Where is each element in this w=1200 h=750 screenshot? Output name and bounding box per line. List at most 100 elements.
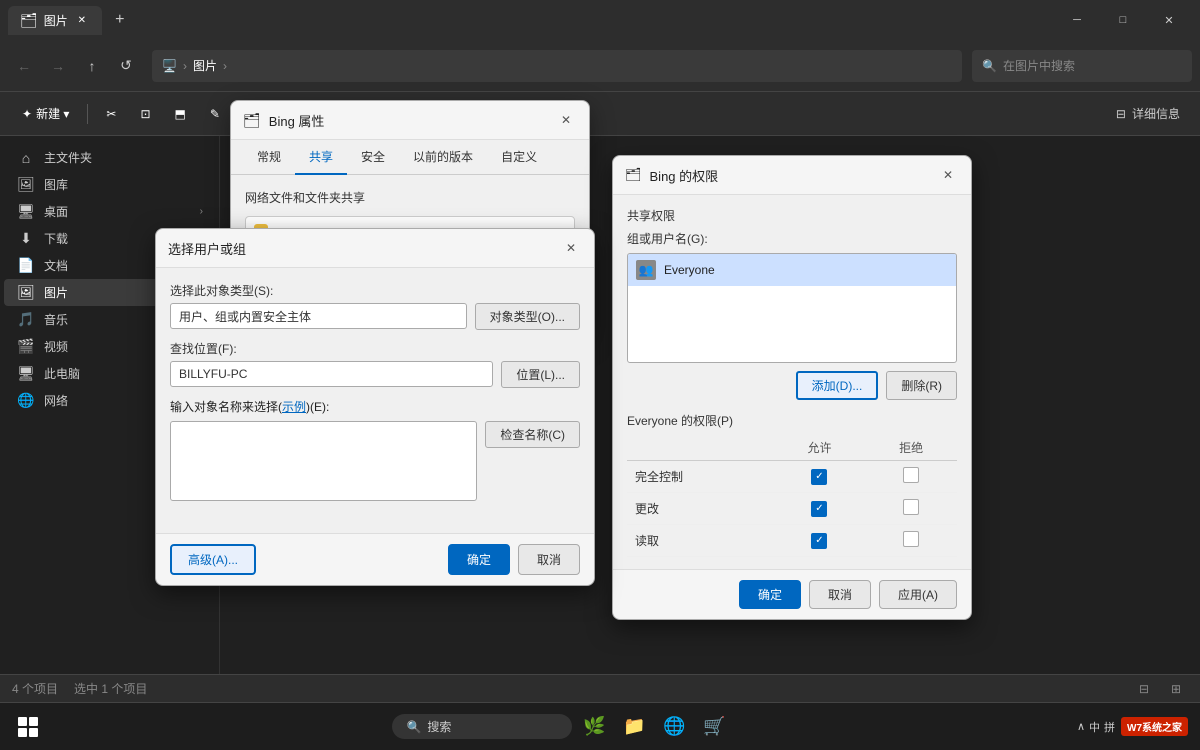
- grid-view-toggle[interactable]: ⊞: [1164, 677, 1188, 701]
- minimize-button[interactable]: ─: [1054, 4, 1100, 36]
- perm-label-read: 读取: [627, 525, 774, 557]
- taskbar-icon-folder[interactable]: 📁: [616, 709, 652, 745]
- select-user-cancel-button[interactable]: 取消: [518, 544, 580, 575]
- user-list: 👥 Everyone: [627, 253, 957, 363]
- add-user-button[interactable]: 添加(D)...: [796, 371, 879, 400]
- rename-button[interactable]: ✎: [200, 103, 230, 125]
- bing-props-icon: 🗂: [243, 112, 261, 129]
- forward-button[interactable]: →: [42, 50, 74, 82]
- user-row-everyone[interactable]: 👥 Everyone: [628, 254, 956, 286]
- tab-share[interactable]: 共享: [295, 140, 347, 175]
- tab-customize[interactable]: 自定义: [487, 140, 551, 175]
- paste-icon: ⬒: [175, 107, 186, 121]
- checkbox-deny-full[interactable]: [903, 467, 919, 483]
- select-user-body: 选择此对象类型(S): 对象类型(O)... 查找位置(F): 位置(L)...…: [156, 268, 594, 533]
- taskbar-icon-store[interactable]: 🛒: [696, 709, 732, 745]
- dialog-select-user: 选择用户或组 ✕ 选择此对象类型(S): 对象类型(O)... 查找位置(F):…: [155, 228, 595, 586]
- check-name-button[interactable]: 检查名称(C): [485, 421, 580, 448]
- perm-allow-read[interactable]: ✓: [774, 525, 866, 557]
- sidebar-label-this-pc: 此电脑: [44, 365, 80, 382]
- cut-button[interactable]: ✂: [96, 103, 126, 125]
- perm-allow-full-control[interactable]: ✓: [774, 461, 866, 493]
- perm-deny-read[interactable]: [865, 525, 957, 557]
- up-button[interactable]: ↑: [76, 50, 108, 82]
- select-user-titlebar: 选择用户或组 ✕: [156, 229, 594, 268]
- select-user-ok-button[interactable]: 确定: [448, 544, 510, 575]
- close-button[interactable]: ✕: [1146, 4, 1192, 36]
- navigation-toolbar: ← → ↑ ↺ 🖥️ › 图片 › 🔍 在图片中搜索: [0, 40, 1200, 92]
- checkbox-deny-read[interactable]: [903, 531, 919, 547]
- window-controls: ─ □ ✕: [1054, 4, 1192, 36]
- permissions-footer: 确定 取消 应用(A): [613, 569, 971, 619]
- permissions-titlebar: 🗂 Bing 的权限 ✕: [613, 156, 971, 195]
- remove-user-button[interactable]: 删除(R): [886, 371, 957, 400]
- permissions-title: Bing 的权限: [650, 166, 719, 185]
- start-button[interactable]: [8, 707, 48, 747]
- bing-props-close-button[interactable]: ✕: [555, 109, 577, 131]
- sidebar-item-desktop[interactable]: 🖥 桌面 ›: [4, 198, 215, 225]
- checkbox-deny-change[interactable]: [903, 499, 919, 515]
- cut-icon: ✂: [106, 107, 116, 121]
- search-box[interactable]: 🔍 在图片中搜索: [972, 50, 1192, 82]
- type-input[interactable]: [170, 303, 467, 329]
- select-user-close-button[interactable]: ✕: [560, 237, 582, 259]
- tab-previous-versions[interactable]: 以前的版本: [399, 140, 487, 175]
- name-input[interactable]: [170, 421, 477, 501]
- object-type-button[interactable]: 对象类型(O)...: [475, 303, 580, 330]
- shared-permissions-title: 共享权限: [627, 207, 957, 224]
- detail-info-button[interactable]: ⊟ 详细信息: [1108, 101, 1188, 126]
- perm-allow-change[interactable]: ✓: [774, 493, 866, 525]
- perm-deny-full-control[interactable]: [865, 461, 957, 493]
- new-tab-button[interactable]: +: [106, 6, 134, 34]
- select-user-title: 选择用户或组: [168, 239, 246, 258]
- tab-close-button[interactable]: ✕: [74, 12, 90, 28]
- systray-input-method[interactable]: 中: [1089, 719, 1100, 735]
- tab-general[interactable]: 常规: [243, 140, 295, 175]
- taskbar-icon-nature[interactable]: 🌿: [576, 709, 612, 745]
- checkbox-allow-read[interactable]: ✓: [811, 533, 827, 549]
- location-button[interactable]: 位置(L)...: [501, 361, 580, 388]
- videos-icon: 🎬: [16, 338, 36, 355]
- advanced-button[interactable]: 高级(A)...: [170, 544, 256, 575]
- everyone-user-icon: 👥: [636, 260, 656, 280]
- checkbox-allow-change[interactable]: ✓: [811, 501, 827, 517]
- new-button[interactable]: ✦ ✦ 新建 新建 ▾: [12, 101, 79, 126]
- example-link[interactable]: 示例: [282, 400, 306, 414]
- sidebar-item-main-folder[interactable]: ⌂ 主文件夹: [4, 144, 215, 171]
- location-input[interactable]: [170, 361, 493, 387]
- refresh-button[interactable]: ↺: [110, 50, 142, 82]
- back-button[interactable]: ←: [8, 50, 40, 82]
- tab-security[interactable]: 安全: [347, 140, 399, 175]
- permissions-apply-button[interactable]: 应用(A): [879, 580, 957, 609]
- taskbar-right: ∧ 中 拼 W7系统之家: [1077, 717, 1200, 736]
- permissions-close-button[interactable]: ✕: [937, 164, 959, 186]
- perm-label-full-control: 完全控制: [627, 461, 774, 493]
- pictures-icon: 🖼: [16, 284, 36, 301]
- bing-props-titlebar: 🗂 Bing 属性 ✕: [231, 101, 589, 140]
- address-bar[interactable]: 🖥️ › 图片 ›: [152, 50, 962, 82]
- tab-label: 图片: [44, 12, 68, 29]
- permissions-table: 允许 拒绝 完全控制 ✓ 更改 ✓ 读取 ✓: [627, 435, 957, 557]
- paste-button[interactable]: ⬒: [165, 103, 196, 125]
- checkbox-allow-full[interactable]: ✓: [811, 469, 827, 485]
- name-input-row: 检查名称(C): [170, 421, 580, 509]
- permissions-ok-button[interactable]: 确定: [739, 580, 801, 609]
- list-view-toggle[interactable]: ⊟: [1132, 677, 1156, 701]
- taskbar-search-bar[interactable]: 🔍 搜索: [392, 714, 572, 739]
- systray-pinyin[interactable]: 拼: [1104, 719, 1115, 735]
- type-row: 对象类型(O)...: [170, 303, 580, 330]
- explorer-tab[interactable]: 🗂 图片 ✕: [8, 6, 102, 35]
- permissions-cancel-button[interactable]: 取消: [809, 580, 871, 609]
- systray-arrow[interactable]: ∧: [1077, 720, 1085, 733]
- maximize-button[interactable]: □: [1100, 4, 1146, 36]
- taskbar-icon-edge[interactable]: 🌐: [656, 709, 692, 745]
- sidebar-label-documents: 文档: [44, 257, 68, 274]
- type-label: 选择此对象类型(S):: [170, 282, 580, 299]
- sidebar-item-gallery[interactable]: 🖼 图库: [4, 171, 215, 198]
- perm-deny-change[interactable]: [865, 493, 957, 525]
- copy-icon: ⊡: [140, 107, 150, 121]
- sidebar-label-main-folder: 主文件夹: [44, 149, 92, 166]
- taskbar-search-icon: 🔍: [406, 720, 421, 734]
- copy-button[interactable]: ⊡: [130, 103, 160, 125]
- sidebar-label-pictures: 图片: [44, 284, 68, 301]
